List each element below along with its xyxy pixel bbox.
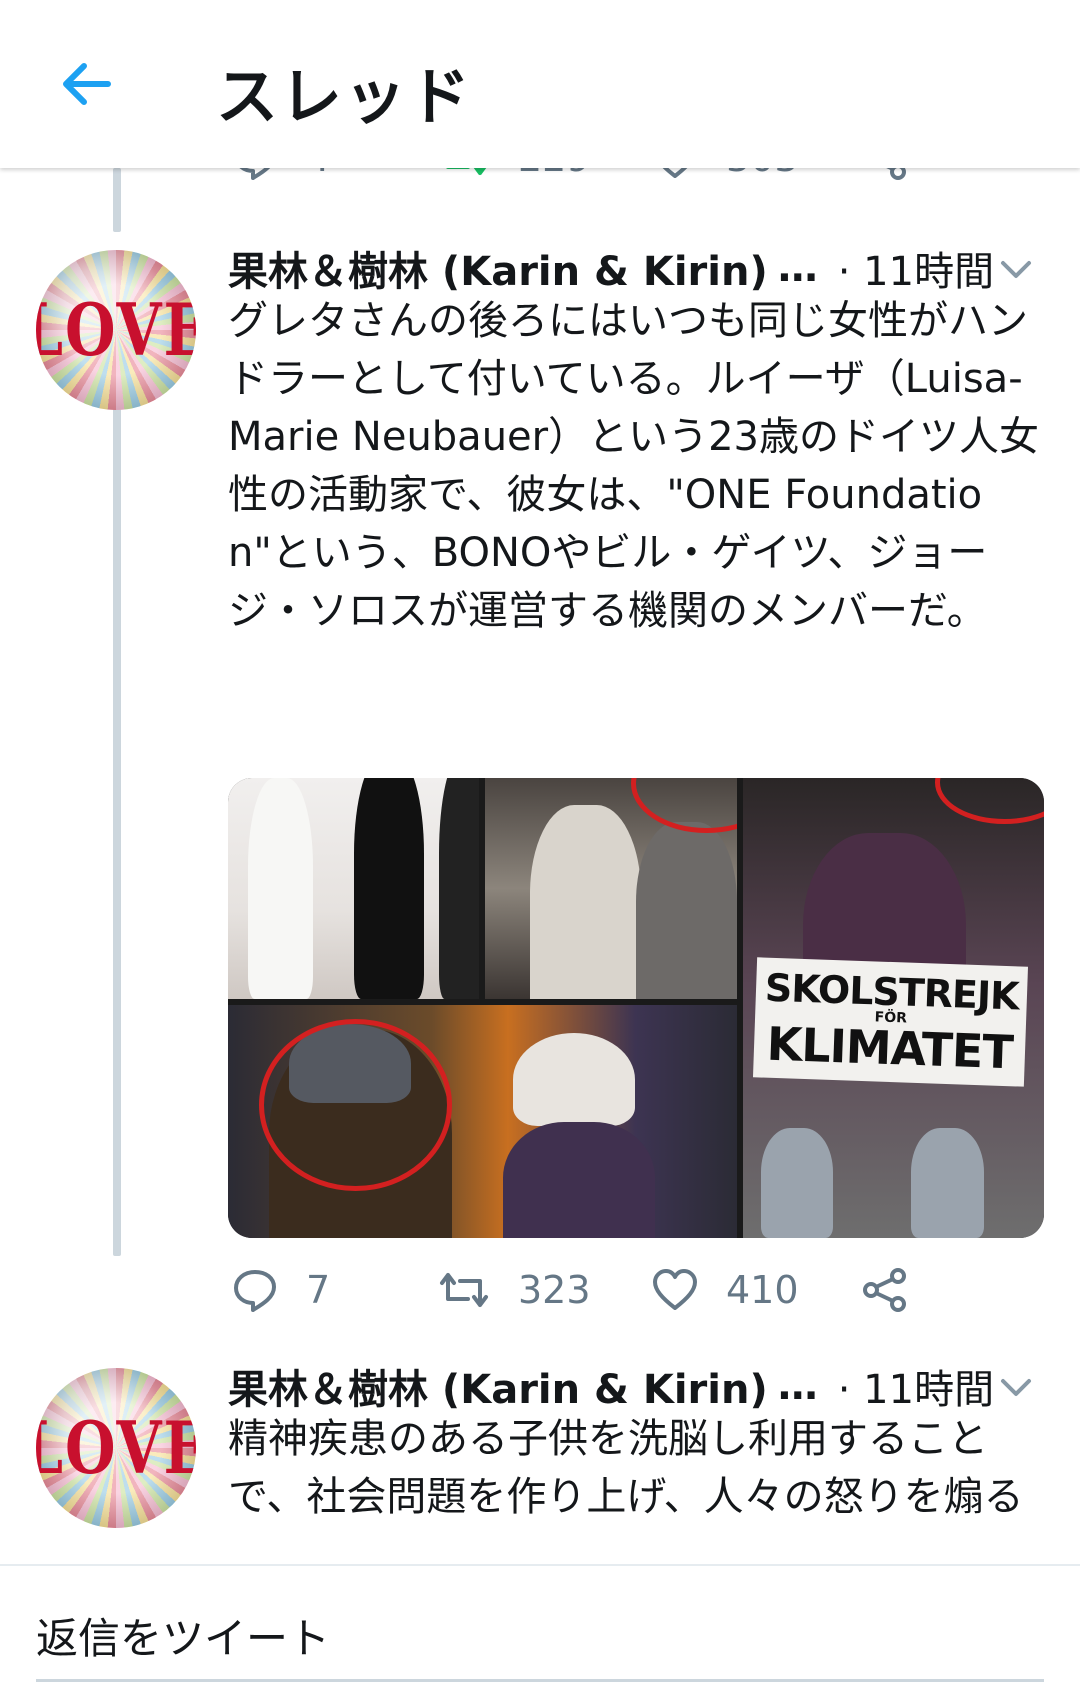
tweet-header: 果林＆樹林 (Karin & Kirin) … · 11時間 [228, 1358, 1058, 1414]
photo-panel [228, 778, 480, 1000]
reply-count: 4 [306, 168, 330, 180]
retweet-icon [446, 168, 487, 175]
tweet-header: 果林＆樹林 (Karin & Kirin) … · 11時間 [228, 240, 1058, 296]
reply-input[interactable]: 返信をツイート [36, 1592, 1044, 1682]
like-count: 303 [726, 168, 799, 180]
thread-connector [113, 168, 121, 232]
arrow-left-icon [63, 63, 111, 105]
thread-connector [113, 396, 121, 1256]
photo-panel [485, 778, 737, 1000]
reply-compose-bar: 返信をツイート [0, 1564, 1080, 1704]
page-title: スレッド [216, 60, 473, 133]
retweet-button[interactable]: 323 [438, 1258, 591, 1322]
thread-timeline[interactable]: 4 229 303 LOVE 果林＆樹林 (Karin & Kirin) … ·… [0, 168, 1080, 1564]
like-button[interactable]: 410 [652, 1258, 799, 1322]
avatar-logo-text: LOVE [36, 287, 196, 373]
tweet-menu-button[interactable] [996, 1368, 1036, 1408]
protest-sign: SKOLSTREJK FÖR KLIMATET [752, 957, 1028, 1087]
app-header: スレッド [0, 0, 1080, 168]
previous-tweet-actions: 4 229 303 [0, 168, 1080, 206]
chevron-down-icon [1001, 1379, 1031, 1396]
reply-button[interactable]: 4 [232, 168, 330, 190]
retweet-count: 229 [518, 168, 591, 180]
photo-panel: SKOLSTREJK FÖR KLIMATET [742, 778, 1044, 1238]
author-name[interactable]: 果林＆樹林 (Karin & Kirin) [228, 1357, 768, 1415]
reply-button[interactable]: 7 [232, 1258, 330, 1322]
heart-icon [653, 1269, 697, 1310]
tweet-media-image[interactable]: SKOLSTREJK FÖR KLIMATET [228, 778, 1044, 1238]
sign-text: KLIMATET [765, 1016, 1014, 1080]
avatar[interactable]: LOVE [36, 250, 196, 410]
reply-icon [234, 1270, 276, 1312]
retweet-count: 323 [518, 1268, 591, 1312]
tweet-text: 精神疾患のある子供を洗脳し利用することで、社会問題を作り上げ、人々の怒りを煽る [228, 1416, 1024, 1520]
like-count: 410 [726, 1268, 799, 1312]
sign-text: SKOLSTREJK [763, 965, 1019, 1019]
retweet-button[interactable]: 229 [438, 168, 591, 190]
reply-count: 7 [306, 1268, 331, 1312]
back-button[interactable] [50, 48, 122, 120]
avatar[interactable]: LOVE [36, 1368, 196, 1528]
share-icon [886, 168, 906, 180]
name-truncation: … [777, 1363, 818, 1409]
avatar-logo-text: LOVE [36, 1405, 196, 1491]
like-button[interactable]: 303 [652, 168, 799, 190]
author-name[interactable]: 果林＆樹林 (Karin & Kirin) [228, 239, 768, 297]
tweet-time: · 11時間 [837, 1367, 995, 1413]
name-truncation: … [777, 245, 818, 291]
share-icon [863, 1268, 906, 1312]
heart-icon [662, 168, 688, 178]
share-button[interactable] [862, 168, 908, 190]
retweet-icon [440, 1273, 488, 1307]
tweet-text: グレタさんの後ろにはいつも同じ女性がハンドラーとして付いている。ルイーザ（Lui… [228, 298, 1039, 634]
tweet-time: · 11時間 [837, 249, 995, 295]
chevron-down-icon [1001, 261, 1031, 278]
share-button[interactable] [862, 1258, 908, 1322]
reply-icon [239, 168, 271, 180]
photo-panel [228, 1005, 737, 1238]
tweet-menu-button[interactable] [996, 250, 1036, 290]
tweet-actions: 7 323 410 [228, 1258, 928, 1322]
